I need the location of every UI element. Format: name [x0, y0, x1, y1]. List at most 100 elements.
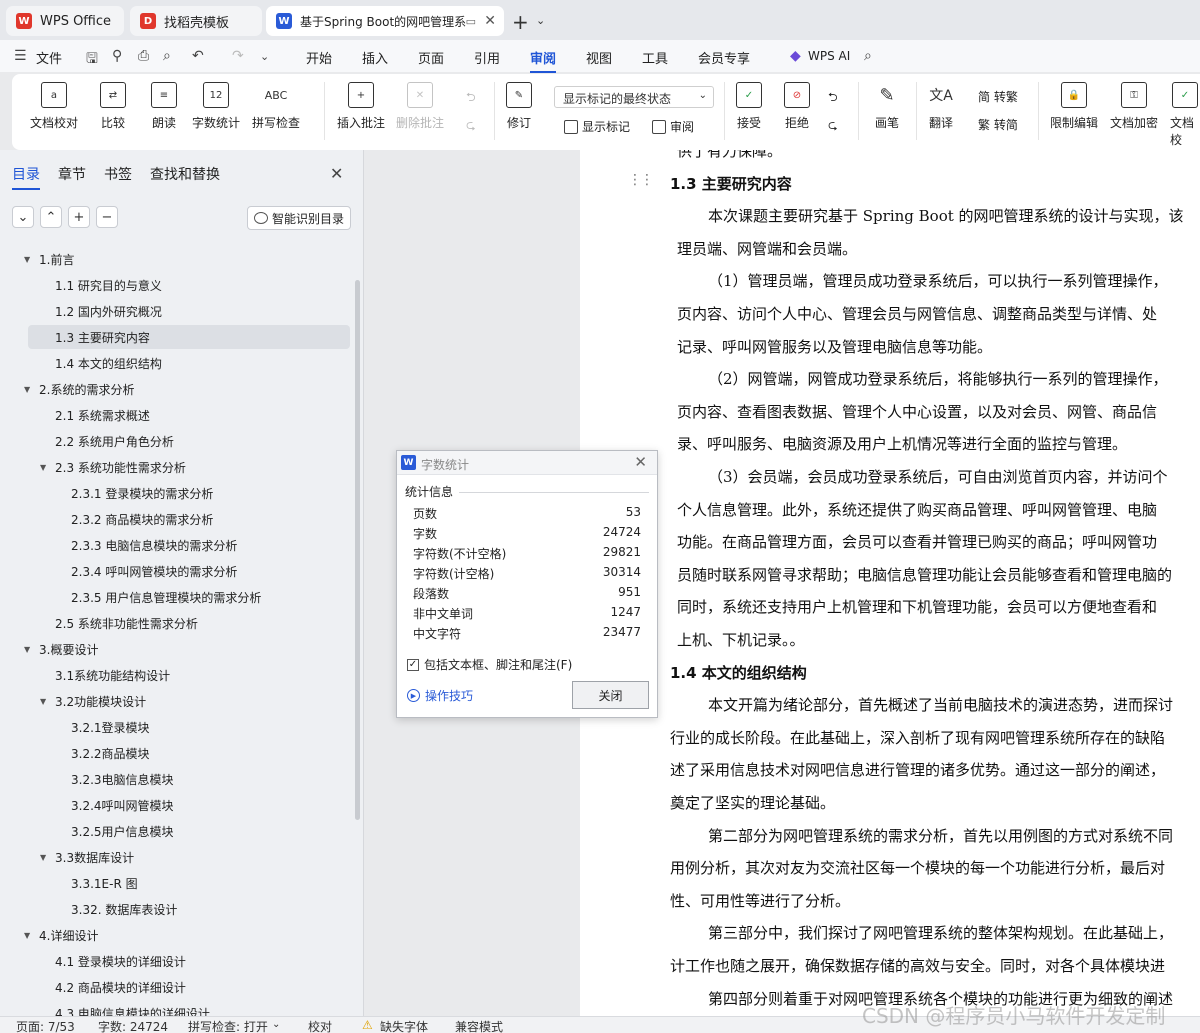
nav-tab-find-replace[interactable]: 查找和替换 [150, 164, 220, 184]
redo-icon[interactable]: ↷ [232, 48, 244, 64]
new-tab-icon[interactable]: + [512, 10, 529, 34]
menu-start[interactable]: 开始 [306, 48, 332, 67]
status-page[interactable]: 页面: 7/53 [16, 1018, 75, 1033]
menu-wps-ai[interactable]: WPS AI [808, 49, 850, 63]
doc-check-button[interactable]: a 文档校对 [30, 82, 78, 131]
insert-comment-button[interactable]: + 插入批注 [337, 82, 385, 131]
to-simplified-button[interactable]: 繁 转简 [978, 116, 1018, 133]
toc-item[interactable]: 1.2 国内外研究概况 [40, 299, 162, 323]
toc-item[interactable]: 4.1 登录模块的详细设计 [40, 949, 186, 973]
nav-tab-bookmarks[interactable]: 书签 [104, 164, 132, 184]
prev-comment-icon[interactable]: ⮌ [466, 88, 476, 109]
drag-handle-icon[interactable]: ⋮⋮ [628, 172, 654, 188]
status-proof[interactable]: 校对 [308, 1018, 332, 1033]
toc-item[interactable]: 1.4 本文的组织结构 [40, 351, 162, 375]
nav-tab-toc[interactable]: 目录 [12, 164, 40, 190]
close-button[interactable]: 关闭 [572, 681, 649, 709]
toc-item[interactable]: 2.3.5 用户信息管理模块的需求分析 [56, 585, 261, 609]
toc-item[interactable]: 2.1 系统需求概述 [40, 403, 150, 427]
search-icon[interactable]: ⌕ [864, 48, 872, 64]
chevron-down-icon[interactable]: ⌄ [260, 50, 269, 63]
menu-insert[interactable]: 插入 [362, 48, 388, 67]
restrict-edit-button[interactable]: 🔒 限制编辑 [1050, 82, 1098, 131]
menu-reference[interactable]: 引用 [474, 48, 500, 67]
expand-caret-icon[interactable]: ▼ [40, 697, 52, 706]
toc-item[interactable]: 3.3.1E-R 图 [56, 871, 138, 895]
compare-button[interactable]: ⇄ 比较 [100, 82, 126, 131]
remove-heading-icon[interactable]: − [96, 206, 118, 228]
pen-button[interactable]: ✎ 画笔 [874, 82, 900, 131]
markup-mode-select[interactable]: 显示标记的最终状态 ⌄ [554, 86, 714, 108]
expand-caret-icon[interactable]: ▼ [24, 255, 36, 264]
expand-caret-icon[interactable]: ▼ [24, 645, 36, 654]
menu-file[interactable]: 文件 [36, 48, 62, 67]
word-count-button[interactable]: 12 字数统计 [192, 82, 240, 131]
encrypt-button[interactable]: ⚿ 文档加密 [1110, 82, 1158, 131]
toc-item[interactable]: ▼ 3.3数据库设计 [40, 845, 134, 869]
toc-item[interactable]: ▼ 2.系统的需求分析 [24, 377, 134, 401]
toc-item[interactable]: 3.2.1登录模块 [56, 715, 150, 739]
delete-comment-button[interactable]: ✕ 删除批注 [396, 82, 444, 131]
toc-item[interactable]: 3.1系统功能结构设计 [40, 663, 170, 687]
collapse-up-icon[interactable]: ⌃ [40, 206, 62, 228]
tips-link[interactable]: ▶ 操作技巧 [407, 687, 473, 704]
toc-item[interactable]: ▼ 3.2功能模块设计 [40, 689, 146, 713]
toc-item[interactable]: 2.3.3 电脑信息模块的需求分析 [56, 533, 237, 557]
document-page[interactable]: ⋮⋮ 供了有力保障。 1.3 主要研究内容 本次课题主要研究基于 Spring Bo… [580, 150, 1200, 1016]
smart-toc-button[interactable]: 智能识别目录 [247, 206, 351, 230]
toc-item[interactable]: 3.2.4呼叫网管模块 [56, 793, 174, 817]
collapse-down-icon[interactable]: ⌄ [12, 206, 34, 228]
tab-wps-office[interactable]: W WPS Office [6, 6, 124, 36]
reject-button[interactable]: ⊘ 拒绝 [784, 82, 810, 131]
tab-document[interactable]: W 基于Spring Boot的网吧管理系 ▭ ✕ [266, 6, 504, 36]
toc-item[interactable]: ▼ 1.前言 [24, 247, 74, 271]
toc-item[interactable]: 1.3 主要研究内容 [28, 325, 350, 349]
status-words[interactable]: 字数: 24724 [98, 1018, 168, 1033]
expand-caret-icon[interactable]: ▼ [24, 931, 36, 940]
toc-item[interactable]: 4.2 商品模块的详细设计 [40, 975, 186, 999]
show-markup-button[interactable]: 显示标记 [564, 118, 630, 135]
tab-templates[interactable]: D 找稻壳模板 [130, 6, 262, 36]
prev-change-icon[interactable]: ⮌ [828, 88, 838, 109]
monitor-icon[interactable]: ▭ [466, 15, 476, 28]
spell-check-button[interactable]: ABC 拼写检查 [252, 82, 300, 131]
toc-item[interactable]: 2.3.2 商品模块的需求分析 [56, 507, 213, 531]
review-pane-button[interactable]: 审阅 [652, 118, 694, 135]
chevron-down-icon[interactable]: ⌄ [536, 14, 545, 27]
nav-tab-chapters[interactable]: 章节 [58, 164, 86, 184]
hamburger-icon[interactable]: ☰ [14, 48, 27, 64]
menu-member[interactable]: 会员专享 [698, 48, 750, 67]
toc-item[interactable]: ▼ 3.概要设计 [24, 637, 98, 661]
add-heading-icon[interactable]: + [68, 206, 90, 228]
toc-item[interactable]: ▼ 2.3 系统功能性需求分析 [40, 455, 186, 479]
read-aloud-button[interactable]: ≡ 朗读 [151, 82, 177, 131]
expand-caret-icon[interactable]: ▼ [24, 385, 36, 394]
chevron-down-icon[interactable]: ⌄ [272, 1019, 280, 1030]
save-icon[interactable]: 🖫 [86, 48, 98, 72]
expand-caret-icon[interactable]: ▼ [40, 853, 52, 862]
toc-item[interactable]: 3.2.5用户信息模块 [56, 819, 174, 843]
close-icon[interactable]: ✕ [330, 164, 343, 183]
status-spell[interactable]: 拼写检查: 打开 [188, 1018, 268, 1033]
undo-icon[interactable]: ↶ [192, 48, 204, 64]
accept-button[interactable]: ✓ 接受 [736, 82, 762, 131]
toc-item[interactable]: 3.32. 数据库表设计 [56, 897, 177, 921]
toc-item[interactable]: 1.1 研究目的与意义 [40, 273, 162, 297]
toc-item[interactable]: 3.2.2商品模块 [56, 741, 150, 765]
doc-verify-button[interactable]: ✓ 文档校 [1170, 82, 1200, 148]
to-traditional-button[interactable]: 简 转繁 [978, 88, 1018, 105]
translate-button[interactable]: 文A 翻译 [928, 82, 954, 131]
include-footnotes-checkbox[interactable]: ✓ 包括文本框、脚注和尾注(F) [407, 656, 572, 673]
toc-item[interactable]: 2.2 系统用户角色分析 [40, 429, 174, 453]
toc-item[interactable]: 2.3.1 登录模块的需求分析 [56, 481, 213, 505]
next-comment-icon[interactable]: ⮎ [466, 116, 476, 137]
menu-review[interactable]: 审阅 [530, 48, 557, 73]
next-change-icon[interactable]: ⮎ [828, 116, 838, 137]
toc-item[interactable]: ▼ 4.详细设计 [24, 923, 98, 947]
close-icon[interactable]: ✕ [634, 453, 647, 471]
expand-caret-icon[interactable]: ▼ [40, 463, 52, 472]
toc-item[interactable]: 2.5 系统非功能性需求分析 [40, 611, 198, 635]
menu-page[interactable]: 页面 [418, 48, 444, 67]
menu-view[interactable]: 视图 [586, 48, 612, 67]
close-tab-icon[interactable]: ✕ [484, 13, 496, 29]
